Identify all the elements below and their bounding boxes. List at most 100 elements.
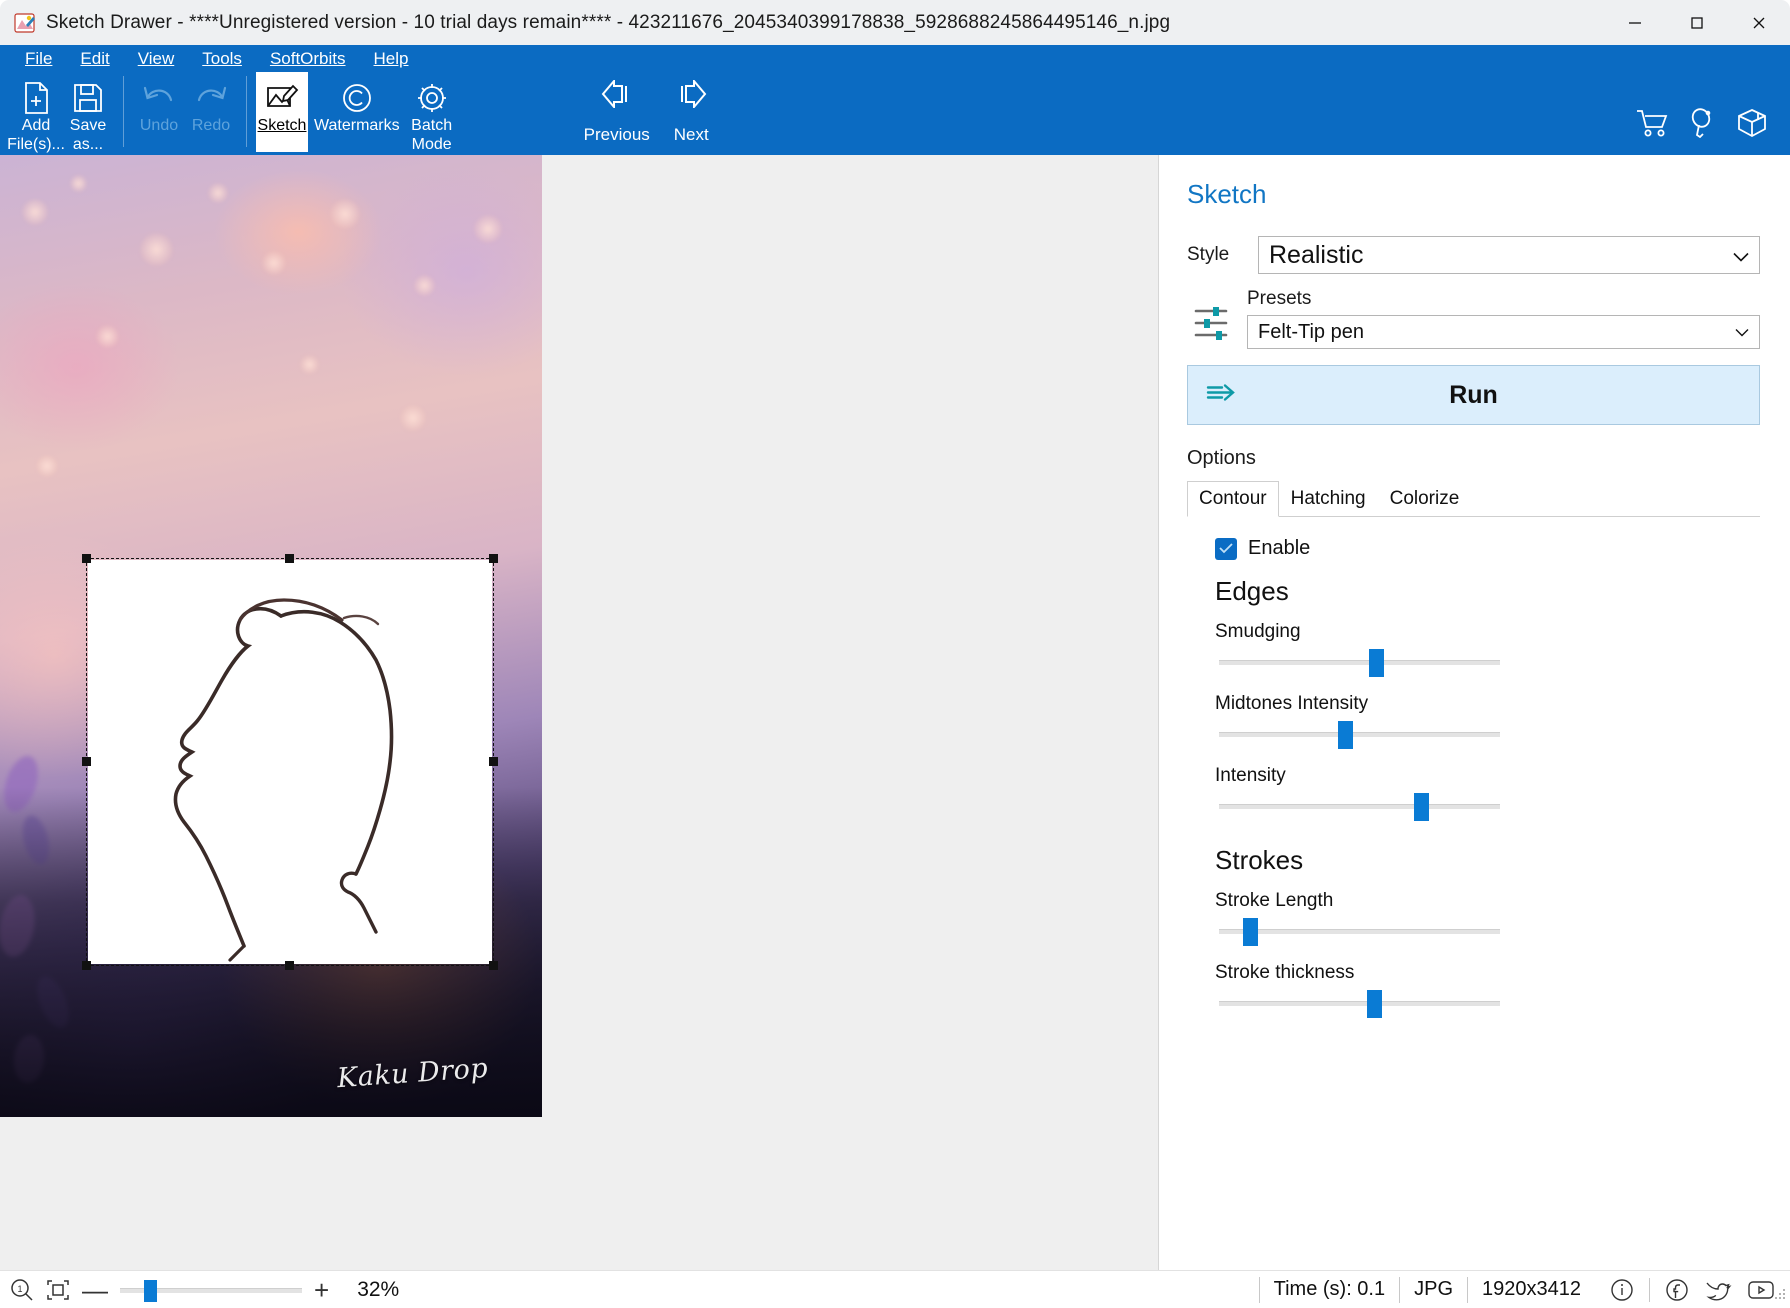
menu-file-label: File	[25, 48, 53, 68]
intensity-track	[1219, 804, 1500, 809]
zoom-1to1-icon[interactable]: 1	[10, 1278, 34, 1302]
zoom-in-button[interactable]: +	[314, 1277, 329, 1303]
tab-hatching-label: Hatching	[1290, 488, 1366, 509]
previous-label: Previous	[583, 125, 650, 144]
chevron-down-icon	[1733, 241, 1749, 270]
arrow-right-icon	[674, 78, 708, 113]
stroke-length-thumb[interactable]	[1242, 918, 1258, 946]
facebook-icon[interactable]	[1664, 1277, 1690, 1303]
presets-row: Presets Felt-Tip pen	[1187, 274, 1760, 349]
ribbon: File Edit View Tools SoftOrbits Help Add…	[0, 45, 1790, 155]
options-tabs: Contour Hatching Colorize	[1187, 480, 1760, 517]
menu-softorbits-label: SoftOrbits	[269, 48, 346, 68]
next-label: Next	[673, 125, 709, 144]
menu-help[interactable]: Help	[363, 48, 420, 70]
watermarks-button[interactable]: Watermarks	[308, 72, 406, 152]
stroke-length-slider[interactable]	[1219, 912, 1500, 948]
previous-button[interactable]: Previous	[576, 72, 658, 145]
enable-checkbox[interactable]	[1215, 537, 1237, 560]
stroke-thickness-thumb[interactable]	[1366, 990, 1382, 1018]
add-files-button[interactable]: Add File(s)...	[7, 72, 65, 153]
sketch-label: Sketch	[257, 117, 307, 134]
style-row: Style Realistic	[1187, 236, 1760, 274]
sketch-settings-panel: Sketch Style Realistic Presets Felt-Tip …	[1158, 155, 1790, 1270]
sketch-button[interactable]: Sketch	[256, 72, 308, 152]
navigation-group: Previous Next	[576, 72, 717, 145]
tab-colorize[interactable]: Colorize	[1378, 481, 1472, 517]
save-as-label-1: Save	[69, 117, 107, 134]
close-button[interactable]	[1728, 0, 1790, 45]
app-icon	[14, 12, 36, 34]
menu-bar: File Edit View Tools SoftOrbits Help	[0, 45, 1790, 72]
run-button[interactable]: Run	[1187, 365, 1760, 425]
status-info: Time (s): 0.1 JPG 1920x3412	[1258, 1276, 1790, 1303]
menu-view[interactable]: View	[127, 48, 186, 70]
ribbon-right-icons	[1636, 108, 1768, 143]
presets-select[interactable]: Felt-Tip pen	[1247, 315, 1760, 349]
cart-icon[interactable]	[1636, 108, 1670, 143]
intensity-slider[interactable]	[1219, 787, 1500, 823]
package-icon[interactable]	[1736, 108, 1768, 143]
zoom-percent-label: 32%	[357, 1277, 400, 1301]
save-as-button[interactable]: Save as...	[62, 72, 114, 153]
zoom-thumb[interactable]	[143, 1279, 157, 1302]
status-zoom-controls: 1 — + 32%	[0, 1277, 399, 1303]
twitter-icon[interactable]	[1704, 1277, 1732, 1303]
ribbon-toolbar: Add File(s)... Save as... Undo Redo Sket…	[0, 72, 1790, 155]
enable-label: Enable	[1248, 537, 1311, 559]
menu-file[interactable]: File	[14, 48, 63, 70]
title-bar: Sketch Drawer - ****Unregistered version…	[0, 0, 1790, 45]
time-label: Time (s): 0.1	[1258, 1276, 1400, 1303]
undo-button[interactable]: Undo	[133, 72, 185, 152]
contour-options: Enable Edges Smudging Midtones Intensity…	[1187, 517, 1760, 1020]
stroke-thickness-track	[1219, 1001, 1500, 1006]
tab-contour[interactable]: Contour	[1187, 481, 1279, 517]
dimensions-label: 1920x3412	[1467, 1276, 1595, 1303]
menu-tools[interactable]: Tools	[191, 48, 253, 70]
enable-row: Enable	[1215, 537, 1760, 560]
menu-softorbits[interactable]: SoftOrbits	[259, 48, 357, 70]
style-value: Realistic	[1269, 240, 1364, 269]
batch-mode-button[interactable]: Batch Mode	[406, 72, 458, 153]
fit-to-screen-icon[interactable]	[46, 1279, 70, 1301]
add-files-label-1: Add	[21, 117, 51, 134]
stroke-thickness-slider[interactable]	[1219, 984, 1500, 1020]
zoom-slider[interactable]	[120, 1278, 302, 1302]
resize-grip[interactable]	[1774, 1287, 1786, 1305]
key-icon[interactable]	[1688, 108, 1718, 143]
save-icon	[72, 80, 104, 116]
arrow-left-icon	[600, 78, 634, 113]
zoom-out-button[interactable]: —	[82, 1277, 108, 1303]
tab-hatching[interactable]: Hatching	[1279, 481, 1378, 517]
stroke-length-label: Stroke Length	[1215, 890, 1334, 911]
style-select[interactable]: Realistic	[1258, 236, 1760, 274]
smudging-slider[interactable]	[1219, 643, 1500, 679]
info-icon[interactable]	[1609, 1277, 1635, 1303]
batch-mode-label-2: Mode	[411, 135, 452, 153]
midtones-intensity-slider[interactable]	[1219, 715, 1500, 751]
status-bar: 1 — + 32% Time (s): 0.1 JPG 1920x3412	[0, 1270, 1790, 1308]
redo-button[interactable]: Redo	[185, 72, 237, 152]
presets-value: Felt-Tip pen	[1258, 320, 1364, 343]
midtones-intensity-track	[1219, 732, 1500, 737]
sketch-result-image[interactable]	[88, 560, 492, 964]
intensity-thumb[interactable]	[1414, 793, 1430, 821]
next-button[interactable]: Next	[666, 72, 717, 145]
run-label: Run	[1449, 380, 1498, 409]
midtones-intensity-thumb[interactable]	[1338, 721, 1354, 749]
sliders-icon	[1187, 303, 1247, 349]
menu-edit[interactable]: Edit	[69, 48, 120, 70]
maximize-button[interactable]	[1666, 0, 1728, 45]
add-files-label-2: File(s)...	[7, 135, 65, 153]
save-as-label-2: as...	[72, 135, 104, 153]
strokes-group-title: Strokes	[1215, 845, 1304, 875]
youtube-icon[interactable]	[1746, 1278, 1776, 1302]
midtones-intensity-label: Midtones Intensity	[1215, 693, 1369, 714]
minimize-button[interactable]	[1604, 0, 1666, 45]
tab-contour-label: Contour	[1199, 488, 1267, 509]
smudging-thumb[interactable]	[1369, 649, 1385, 677]
undo-label: Undo	[139, 117, 179, 134]
canvas-area[interactable]: Kaku Drop	[0, 155, 1158, 1270]
application-window: Sketch Drawer - ****Unregistered version…	[0, 0, 1790, 1308]
options-label: Options	[1187, 447, 1256, 469]
